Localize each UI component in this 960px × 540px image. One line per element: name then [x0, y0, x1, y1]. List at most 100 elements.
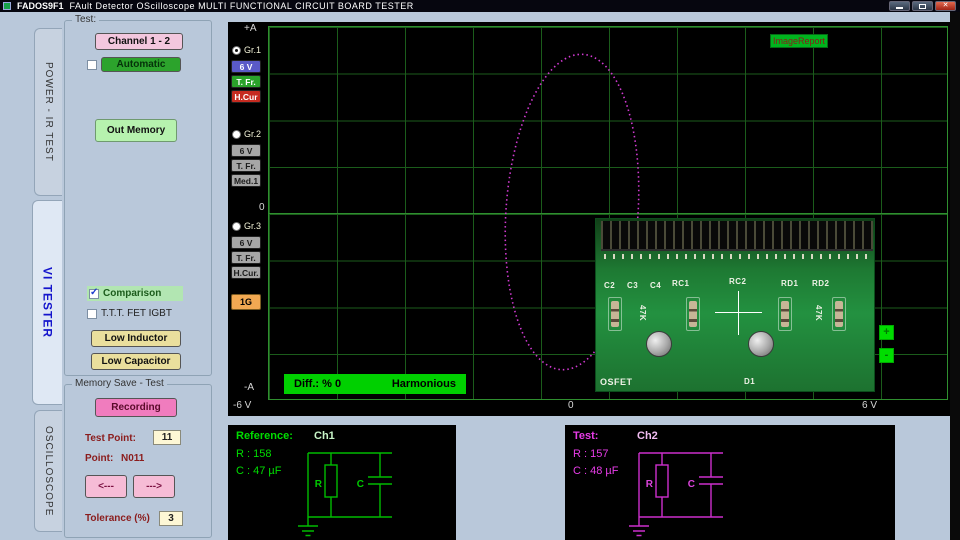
axis-y-top: +A	[244, 23, 257, 34]
group1-current-button[interactable]: H.Cur	[231, 90, 261, 103]
tab-label: VI TESTER	[41, 267, 55, 338]
pcb-solder-pins	[604, 254, 868, 259]
reference-r-label: R	[315, 479, 323, 490]
pcb-label: C3	[627, 281, 638, 290]
maximize-icon	[919, 4, 926, 9]
pcb-resistor-value: 47K	[638, 305, 647, 321]
low-capacitor-button[interactable]: Low Capacitor	[91, 353, 181, 370]
test-c-label: C	[688, 479, 695, 490]
pcb-label: RD2	[812, 279, 830, 288]
test-result-panel: Test: Ch2 R : 157 C : 48 µF R C	[565, 425, 895, 540]
channel-1-2-button[interactable]: Channel 1 - 2	[95, 33, 183, 50]
probe-crosshair-horizontal	[715, 312, 762, 313]
low-inductor-button[interactable]: Low Inductor	[91, 330, 181, 347]
comparison-row[interactable]: Comparison	[87, 286, 183, 301]
pcb-label: RD1	[781, 279, 799, 288]
pcb-connector	[601, 221, 873, 251]
group2-med-button[interactable]: Med.1	[231, 174, 261, 187]
probe-crosshair-vertical	[738, 291, 739, 335]
pcb-resistor-value: 47K	[814, 305, 823, 321]
tab-power-ir-test[interactable]: POWER - IR TEST	[34, 28, 62, 196]
reference-channel: Ch1	[314, 430, 335, 442]
test-title: Test:	[573, 430, 598, 442]
titlebar: FADOS9F1 FAult Detector OScilloscope MUL…	[0, 0, 960, 12]
harmonious-status: Harmonious	[392, 378, 456, 390]
group1-radio-row[interactable]: Gr.1	[232, 45, 261, 55]
ttt-fet-igbt-checkbox[interactable]	[87, 309, 97, 319]
automatic-checkbox[interactable]	[87, 60, 97, 70]
next-point-button[interactable]: --->	[133, 475, 175, 498]
gain-1g-button[interactable]: 1G	[231, 294, 261, 310]
pcb-zoom-out-button[interactable]: -	[879, 348, 894, 363]
group1-radio[interactable]	[232, 46, 241, 55]
ttt-row[interactable]: T.T.T. FET IGBT	[87, 308, 172, 319]
ttt-fet-igbt-label: T.T.T. FET IGBT	[101, 308, 172, 319]
prev-point-button[interactable]: <---	[85, 475, 127, 498]
axis-x-right: 6 V	[862, 400, 877, 411]
axis-x-mid: 0	[568, 400, 574, 411]
group1-label: Gr.1	[244, 45, 261, 55]
reference-title: Reference:	[236, 430, 293, 442]
app-icon	[3, 2, 11, 10]
memory-save-legend: Memory Save - Test	[72, 378, 167, 389]
comparison-checkbox[interactable]	[89, 289, 99, 299]
test-r-value: R : 157	[573, 448, 608, 460]
group2-freq-button[interactable]: T. Fr.	[231, 159, 261, 172]
tab-oscilloscope[interactable]: OSCILLOSCOPE	[34, 410, 62, 532]
tolerance-value[interactable]: 3	[159, 511, 183, 526]
pcb-resistor	[611, 301, 619, 327]
diff-value: Diff.: % 0	[294, 378, 341, 390]
group2-radio-row[interactable]: Gr.2	[232, 129, 261, 139]
reference-r-value: R : 158	[236, 448, 271, 460]
diff-status-bar: Diff.: % 0 Harmonious	[284, 374, 466, 394]
group3-radio-row[interactable]: Gr.3	[232, 221, 261, 231]
minimize-icon	[896, 7, 903, 9]
group1-volt-button[interactable]: 6 V	[231, 60, 261, 73]
maximize-button[interactable]	[912, 1, 933, 11]
close-icon	[943, 2, 949, 9]
tab-vi-tester[interactable]: VI TESTER	[32, 200, 62, 405]
pcb-resistor	[781, 301, 789, 327]
pcb-photo: C2 C3 C4 RC1 RC2 RD1 RD2 47K 47K D1 OSFE…	[595, 218, 875, 392]
reference-c-label: C	[357, 479, 364, 490]
tab-label: OSCILLOSCOPE	[43, 426, 54, 516]
test-circuit-diagram: R C	[627, 447, 779, 539]
group2-volt-button[interactable]: 6 V	[231, 144, 261, 157]
axis-y-bottom: -A	[244, 382, 254, 393]
window-right-edge	[950, 12, 960, 540]
image-report-button[interactable]: ImageReport	[770, 34, 828, 48]
pcb-capacitor	[646, 331, 672, 357]
pcb-label: C2	[604, 281, 615, 290]
test-point-value[interactable]: 11	[153, 430, 181, 445]
reference-circuit-diagram: R C	[296, 447, 448, 539]
pcb-capacitor	[748, 331, 774, 357]
app-name: FADOS9F1	[17, 1, 64, 11]
axis-x-left: -6 V	[233, 400, 251, 411]
test-groupbox: Test: Channel 1 - 2 Automatic Out Memory…	[64, 20, 212, 376]
fados9f1-window: { "titlebar": { "app": "FADOS9F1", "titl…	[0, 0, 960, 540]
automatic-button[interactable]: Automatic	[101, 57, 181, 72]
memory-save-groupbox: Memory Save - Test Recording Test Point:…	[64, 384, 212, 538]
group3-label: Gr.3	[244, 221, 261, 231]
pcb-mosfet-label: OSFET	[600, 377, 633, 387]
tolerance-label: Tolerance (%)	[85, 513, 150, 524]
test-r-label: R	[646, 479, 654, 490]
pcb-label: C4	[650, 281, 661, 290]
point-value: N011	[121, 453, 144, 464]
pcb-resistor	[689, 301, 697, 327]
group1-freq-button[interactable]: T. Fr.	[231, 75, 261, 88]
window-title: FAult Detector OScilloscope MULTI FUNCTI…	[70, 1, 414, 11]
close-button[interactable]	[935, 1, 956, 11]
test-c-value: C : 48 µF	[573, 465, 618, 477]
minimize-button[interactable]	[889, 1, 910, 11]
pcb-zoom-in-button[interactable]: +	[879, 325, 894, 340]
out-memory-button[interactable]: Out Memory	[95, 119, 177, 142]
group3-freq-button[interactable]: T. Fr.	[231, 251, 261, 264]
group3-volt-button[interactable]: 6 V	[231, 236, 261, 249]
group3-current-button[interactable]: H.Cur.	[231, 266, 261, 279]
pcb-label: RC1	[672, 279, 690, 288]
group2-radio[interactable]	[232, 130, 241, 139]
pcb-resistor	[835, 301, 843, 327]
recording-button[interactable]: Recording	[95, 398, 177, 417]
group3-radio[interactable]	[232, 222, 241, 231]
